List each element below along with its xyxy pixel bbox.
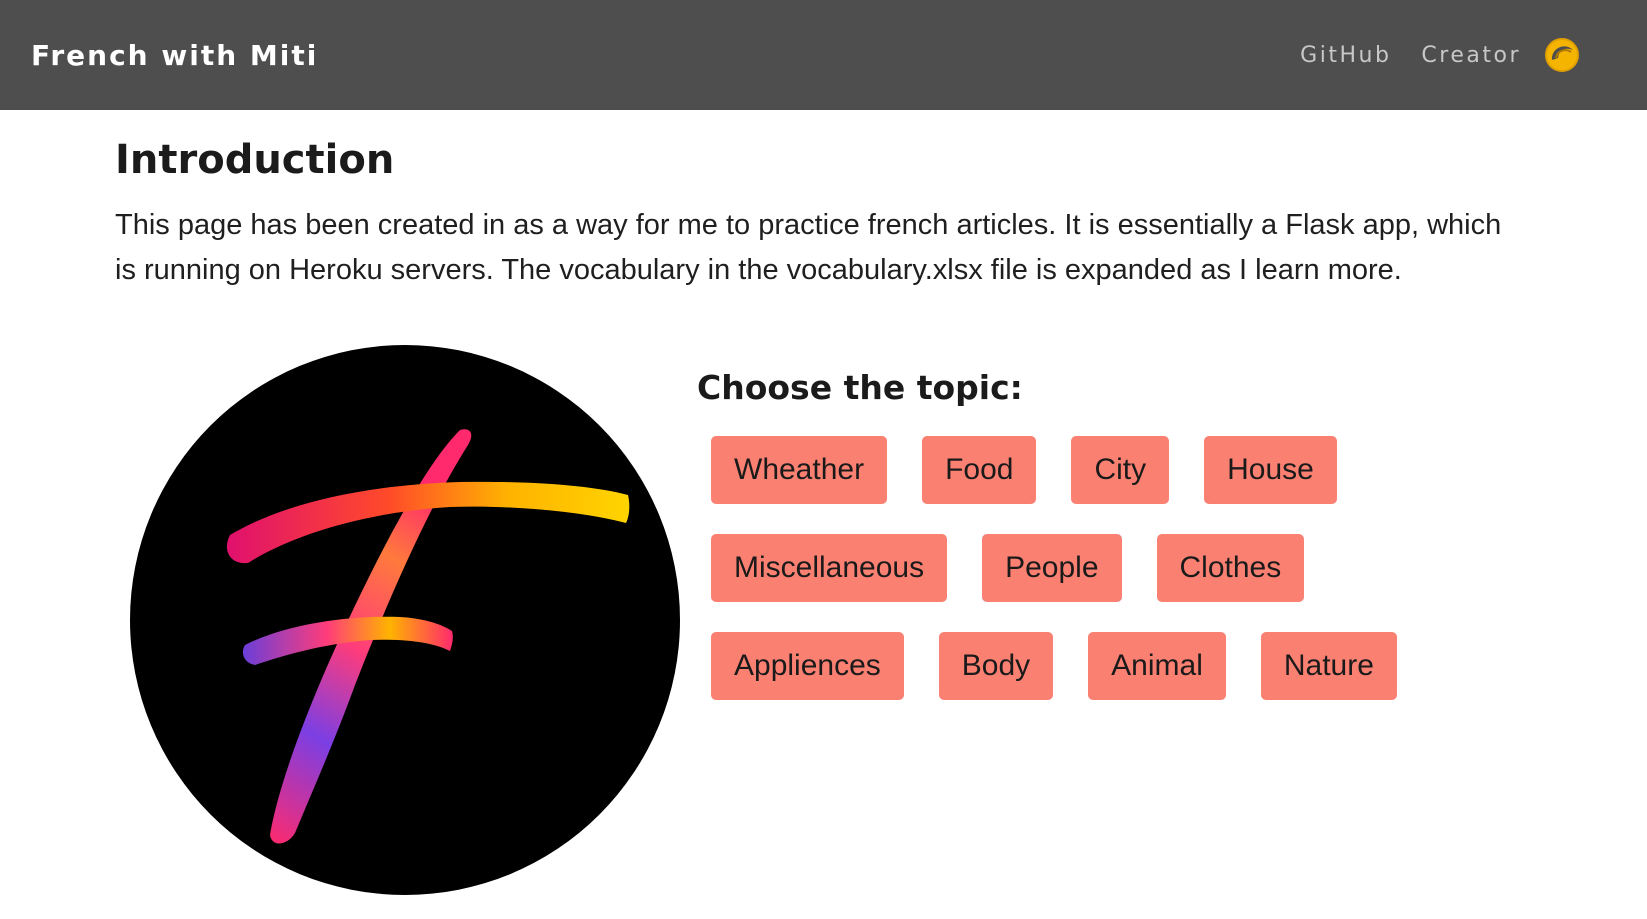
topic-button-city[interactable]: City	[1071, 435, 1170, 504]
brand-link[interactable]: French with Miti	[31, 39, 318, 72]
topics-section: Choose the topic: Wheather Food City Hou…	[697, 367, 1457, 702]
letter-f-logo	[130, 345, 680, 895]
intro-section: Introduction This page has been created …	[115, 110, 1535, 293]
topic-row-2: Miscellaneous People Clothes	[711, 533, 1457, 604]
topic-button-clothes[interactable]: Clothes	[1156, 533, 1305, 602]
topic-button-appliences[interactable]: Appliences	[711, 631, 904, 700]
page-title: Introduction	[115, 137, 395, 183]
topic-button-people[interactable]: People	[982, 533, 1122, 602]
topic-button-body[interactable]: Body	[938, 631, 1054, 700]
topics-heading: Choose the topic:	[697, 368, 1023, 407]
intro-paragraph: This page has been created in as a way f…	[115, 209, 1502, 286]
topic-row-1: Wheather Food City House	[711, 435, 1457, 506]
nav-links: GitHub Creator	[1270, 36, 1581, 74]
topic-button-food[interactable]: Food	[922, 435, 1037, 504]
topic-button-miscellaneous[interactable]: Miscellaneous	[711, 533, 948, 602]
nav-link-creator[interactable]: Creator	[1421, 43, 1521, 68]
topic-button-wheather[interactable]: Wheather	[711, 435, 888, 504]
nav-link-github[interactable]: GitHub	[1300, 43, 1391, 68]
topic-button-animal[interactable]: Animal	[1088, 631, 1226, 700]
topic-button-nature[interactable]: Nature	[1260, 631, 1397, 700]
croissant-icon[interactable]	[1543, 36, 1581, 74]
topic-button-house[interactable]: House	[1204, 435, 1337, 504]
topic-row-3: Appliences Body Animal Nature	[711, 631, 1457, 702]
navbar: French with Miti GitHub Creator	[0, 0, 1647, 110]
